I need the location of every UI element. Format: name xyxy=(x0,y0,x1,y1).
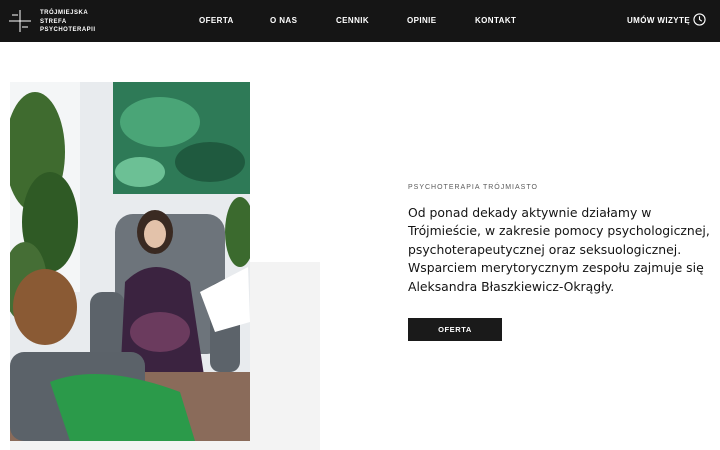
hero-eyebrow: PSYCHOTERAPIA TRÓJMIASTO xyxy=(408,184,538,191)
logo-line-1: TRÓJMIEJSKA xyxy=(40,10,89,16)
cross-mark-icon xyxy=(9,10,31,32)
nav-item-oferta[interactable]: OFERTA xyxy=(199,16,234,25)
logo-line-3: PSYCHOTERAPII xyxy=(40,27,96,33)
nav-item-opinie[interactable]: OPINIE xyxy=(407,16,437,25)
nav-item-o-nas[interactable]: O NAS xyxy=(270,16,297,25)
logo-text: TRÓJMIEJSKA STREFA PSYCHOTERAPII xyxy=(40,9,96,35)
logo-line-2: STREFA xyxy=(40,18,67,25)
clock-icon xyxy=(693,13,706,26)
oferta-button[interactable]: OFERTA xyxy=(408,318,502,341)
book-visit-label: UMÓW WIZYTĘ xyxy=(627,16,691,25)
logo[interactable]: TRÓJMIEJSKA STREFA PSYCHOTERAPII xyxy=(9,8,109,36)
nav-item-kontakt[interactable]: KONTAKT xyxy=(475,16,516,25)
hero-headline: Od ponad dekady aktywnie działamy w Trój… xyxy=(408,205,710,294)
nav-item-cennik[interactable]: CENNIK xyxy=(336,16,369,25)
hero-photo xyxy=(10,82,250,441)
therapy-session-image xyxy=(10,82,250,441)
site-header: TRÓJMIEJSKA STREFA PSYCHOTERAPII OFERTA … xyxy=(0,0,720,42)
